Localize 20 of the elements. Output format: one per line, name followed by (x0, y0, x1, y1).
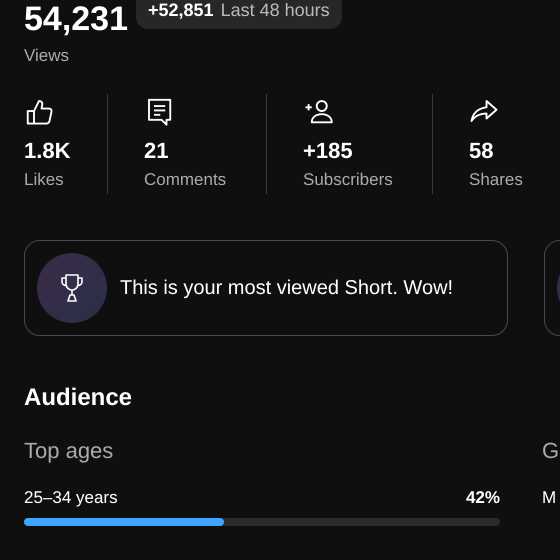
subsection-title: G (542, 438, 560, 464)
stat-value: 1.8K (24, 138, 72, 164)
subsection-title: Top ages (24, 438, 114, 464)
stat-value: +185 (303, 138, 354, 164)
section-heading: Audience (24, 384, 134, 412)
stat-label: Likes (24, 170, 65, 190)
stat-label: Shares (469, 170, 524, 190)
stat-label: Comments (144, 170, 228, 190)
views-label: Views (24, 46, 70, 66)
percent-value: 42% (466, 488, 500, 508)
age-range-label: M (542, 488, 556, 508)
trophy-icon (59, 273, 85, 303)
views-count: 54,231 (24, 0, 128, 40)
stat-value: 21 (144, 138, 170, 164)
stat-label: Subscribers (303, 170, 394, 190)
age-range-label: 25–34 years (24, 488, 118, 508)
stat-value: 58 (469, 138, 494, 164)
views-delta: +52,851 (148, 0, 214, 21)
period-label: Last 48 hours (220, 0, 330, 21)
highlight-text: This is your most viewed Short. Wow! (120, 276, 454, 300)
